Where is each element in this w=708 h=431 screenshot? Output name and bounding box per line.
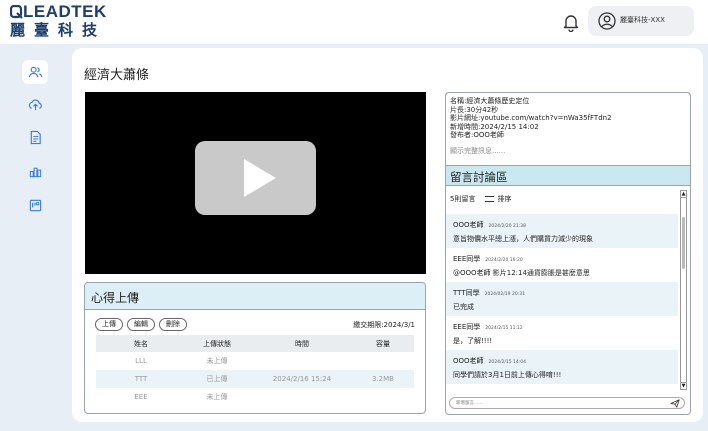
comment-count: 5則留言 (450, 195, 476, 203)
column-header-name: 姓名 (134, 339, 148, 348)
table-header-row: 姓名 上傳狀態 時間 容量 (96, 335, 414, 352)
comment-author: EEE同學 (453, 255, 481, 263)
sidebar-item-documents[interactable] (22, 125, 48, 149)
sort-button[interactable]: 排序 (485, 194, 511, 204)
upload-button[interactable]: 上傳 (95, 318, 123, 331)
comment-author: EEE同學 (453, 323, 481, 331)
video-info-panel: 名稱:經濟大蕭條歷史定位 片長:30分42秒 影片網址:youtube.com/… (445, 92, 691, 415)
show-more-link[interactable]: 顯示完整訊息...... (450, 147, 690, 156)
user-name: 麗臺科技-XXX (620, 16, 665, 24)
comment-time: 2024/2/20 16:20 (485, 258, 523, 263)
video-info: 名稱:經濟大蕭條歷史定位 片長:30分42秒 影片網址:youtube.com/… (446, 93, 690, 155)
app-header: LEADTEK 麗臺科技 麗臺科技-XXX (0, 0, 708, 44)
list-item[interactable]: OOO老師 2024/2/15 14:04 同學們請於3月1日前上傳心得唷!!! (446, 350, 678, 384)
upload-panel: 心得上傳 上傳 編輯 刪除 繳交期限:2024/3/1 姓名 上傳狀態 時間 容… (84, 282, 426, 414)
comment-author: TTT同學 (453, 289, 480, 297)
comment-time: 2024/2/20 21:38 (488, 224, 527, 229)
main-panel: 經濟大蕭條 心得上傳 上傳 編輯 刪除 繳交期限:2024/3/1 姓名 上傳狀… (72, 48, 703, 422)
cell-size: 3.2MB (372, 375, 394, 383)
logo-brand-text: LEADTEK (23, 2, 107, 21)
info-url: 影片網址:youtube.com/watch?v=nWa35fFTdn2 (450, 114, 612, 122)
comment-text: 意旨物價水平總上漲，人們購買力減少的現象 (453, 235, 593, 243)
logo-text-en: LEADTEK (9, 2, 107, 21)
list-item[interactable]: EEE同學 2024/2/20 16:20 @OOO老師 影片12:14通貨膨脹是… (446, 248, 678, 282)
comment-input[interactable] (456, 399, 656, 407)
discussion-title: 留言討論區 (446, 165, 690, 186)
cell-name: LLL (135, 357, 147, 365)
play-icon (244, 159, 276, 197)
leadtek-logo[interactable]: LEADTEK 麗臺科技 (9, 2, 107, 39)
play-button[interactable] (195, 141, 316, 215)
scroll-down-icon[interactable]: ▼ (681, 382, 686, 389)
bell-icon[interactable] (562, 12, 580, 33)
sort-label: 排序 (497, 195, 512, 203)
comment-header: OOO老師 2024/2/15 14:04 (453, 356, 678, 366)
upload-panel-title: 心得上傳 (85, 283, 425, 310)
scroll-up-icon[interactable]: ▲ (681, 191, 686, 198)
comment-time: 2024/02/19 20:31 (484, 292, 525, 297)
page-title: 經濟大蕭條 (84, 68, 150, 83)
cell-status: 未上傳 (206, 357, 228, 365)
comment-text: 同學們請於3月1日前上傳心得唷!!! (453, 371, 562, 379)
cell-name: EEE (134, 393, 148, 401)
comment-list: OOO老師 2024/2/20 21:38 意旨物價水平總上漲，人們購買力減少的現… (446, 214, 678, 384)
comment-text: 已完成 (453, 303, 474, 311)
comment-header: OOO老師 2024/2/20 21:38 (453, 220, 678, 230)
table-row[interactable]: LLL 未上傳 (96, 352, 414, 370)
table-row[interactable]: EEE 未上傳 (96, 388, 414, 406)
list-item[interactable]: TTT同學 2024/02/19 20:31 已完成 (446, 282, 678, 316)
comment-text: @OOO老師 影片12:14通貨膨脹是甚麼意思 (453, 269, 590, 277)
column-header-size: 容量 (376, 339, 390, 348)
cell-status: 已上傳 (206, 375, 228, 383)
upload-table: 姓名 上傳狀態 時間 容量 LLL 未上傳 TTT 已上傳 2024/2/16 … (96, 335, 414, 406)
info-added-time: 新增時間:2024/2/15 14:02 (450, 122, 539, 131)
comment-time: 2024/2/15 11:12 (485, 326, 523, 331)
column-header-status: 上傳狀態 (203, 339, 231, 348)
bar-chart-icon (29, 167, 41, 177)
table-row[interactable]: TTT 已上傳 2024/2/16 15:24 3.2MB (96, 370, 414, 388)
users-icon (28, 66, 42, 77)
send-icon[interactable] (670, 399, 680, 408)
sidebar-item-board[interactable] (22, 193, 48, 217)
discussion-toolbar: 5則留言 排序 (450, 194, 511, 204)
info-publisher: 發布者:OOO老師 (450, 131, 504, 139)
info-duration: 片長:30分42秒 (450, 105, 499, 114)
comment-text: 是，了解!!!! (453, 337, 493, 345)
board-icon (29, 199, 41, 211)
edit-button[interactable]: 編輯 (127, 318, 155, 331)
cell-name: TTT (134, 375, 148, 383)
upload-actions: 上傳 編輯 刪除 (95, 318, 187, 331)
logo-text-zh: 麗臺科技 (10, 21, 107, 39)
sidebar-item-upload[interactable] (22, 92, 48, 116)
column-header-time: 時間 (295, 339, 309, 348)
comment-header: EEE同學 2024/2/15 11:12 (453, 322, 678, 332)
list-item[interactable]: EEE同學 2024/2/15 11:12 是，了解!!!! (446, 316, 678, 350)
comment-time: 2024/2/15 14:04 (488, 360, 527, 365)
user-circle-icon (598, 12, 616, 30)
comment-author: OOO老師 (453, 221, 484, 229)
upload-cloud-icon (28, 99, 42, 110)
cell-time: 2024/2/16 15:24 (272, 375, 332, 383)
video-player[interactable] (85, 92, 426, 274)
scroll-thumb[interactable] (682, 217, 685, 269)
comment-scrollbar[interactable]: ▲ ▼ (680, 190, 687, 390)
cell-status: 未上傳 (206, 393, 228, 401)
list-item[interactable]: OOO老師 2024/2/20 21:38 意旨物價水平總上漲，人們購買力減少的現… (446, 214, 678, 248)
sidebar-nav (0, 44, 70, 431)
delete-button[interactable]: 刪除 (159, 318, 187, 331)
document-icon (30, 130, 41, 144)
user-menu[interactable]: 麗臺科技-XXX (588, 6, 694, 36)
comment-input-box (449, 397, 685, 409)
comment-header: TTT同學 2024/02/19 20:31 (453, 288, 678, 298)
comment-header: EEE同學 2024/2/20 16:20 (453, 254, 678, 264)
info-title: 名稱:經濟大蕭條歷史定位 (450, 97, 530, 105)
sidebar-item-reports[interactable] (22, 159, 48, 183)
deadline-label: 繳交期限:2024/3/1 (353, 321, 415, 329)
sidebar-item-members[interactable] (22, 60, 48, 84)
sort-icon (485, 196, 495, 202)
comment-author: OOO老師 (453, 357, 484, 365)
